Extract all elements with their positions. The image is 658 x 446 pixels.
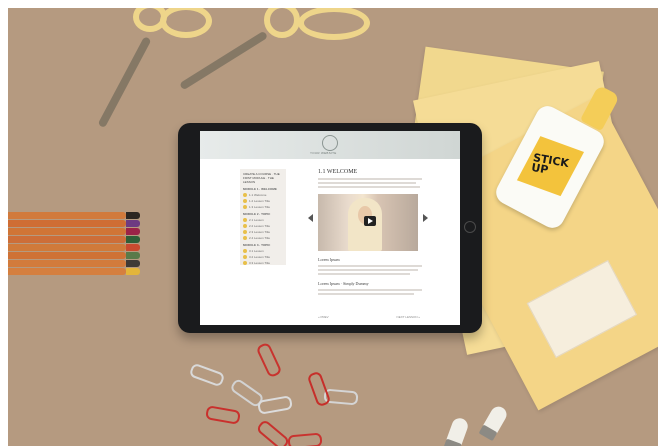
course-title: CREATE A COURSE · THE FIRST MODULE · THE…: [243, 172, 280, 184]
text-line: [318, 265, 422, 267]
site-logo[interactable]: [322, 135, 338, 151]
lesson-title: 1.1 WELCOME: [318, 169, 358, 175]
status-dot-icon: [243, 255, 247, 259]
status-dot-icon: [243, 224, 247, 228]
video-player[interactable]: [308, 194, 428, 251]
next-arrow-icon[interactable]: [423, 214, 428, 222]
status-dot-icon: [243, 205, 247, 209]
status-dot-icon: [243, 193, 247, 197]
module-heading: MODULE 3 · TOPIC: [243, 243, 271, 247]
next-lesson-link[interactable]: NEXT LESSON »: [397, 315, 420, 319]
tablet: YOUR WEBSITE CREATE A COURSE · THE FIRST…: [178, 123, 482, 333]
text-line: [318, 273, 410, 275]
eraser: [443, 416, 470, 446]
home-button[interactable]: [464, 221, 476, 233]
text-line: [318, 293, 414, 295]
course-sidebar: CREATE A COURSE · THE FIRST MODULE · THE…: [240, 169, 286, 265]
site-header: YOUR WEBSITE: [200, 131, 460, 159]
section-heading: Lorem Ipsum: [318, 257, 340, 262]
status-dot-icon: [243, 218, 247, 222]
desk-background: STICK UP YOUR WEBSITE CREATE A COURSE · …: [8, 8, 658, 446]
text-line: [318, 178, 422, 180]
lesson-navigation: « PREV NEXT LESSON »: [318, 315, 420, 319]
text-line: [318, 269, 418, 271]
status-dot-icon: [243, 261, 247, 265]
status-dot-icon: [243, 236, 247, 240]
lesson-content: 1.1 WELCOME Lorem Ipsum Lorem Ipsum · Si…: [308, 169, 428, 297]
sidebar-item-lesson[interactable]: 3.3 Lesson Title: [240, 260, 286, 266]
eraser: [478, 403, 510, 442]
status-dot-icon: [243, 249, 247, 253]
status-dot-icon: [243, 230, 247, 234]
prev-lesson-link[interactable]: « PREV: [318, 315, 329, 319]
text-line: [318, 186, 420, 188]
section-heading: Lorem Ipsum · Simply Dummy: [318, 281, 369, 286]
module-heading: MODULE 1 · WELCOME: [243, 187, 277, 191]
tablet-screen: YOUR WEBSITE CREATE A COURSE · THE FIRST…: [200, 131, 460, 325]
status-dot-icon: [243, 199, 247, 203]
previous-arrow-icon[interactable]: [308, 214, 313, 222]
text-line: [318, 182, 416, 184]
module-heading: MODULE 2 · TOPIC: [243, 212, 271, 216]
text-line: [318, 289, 422, 291]
play-button-icon[interactable]: [364, 216, 376, 226]
site-title: YOUR WEBSITE: [310, 151, 337, 155]
